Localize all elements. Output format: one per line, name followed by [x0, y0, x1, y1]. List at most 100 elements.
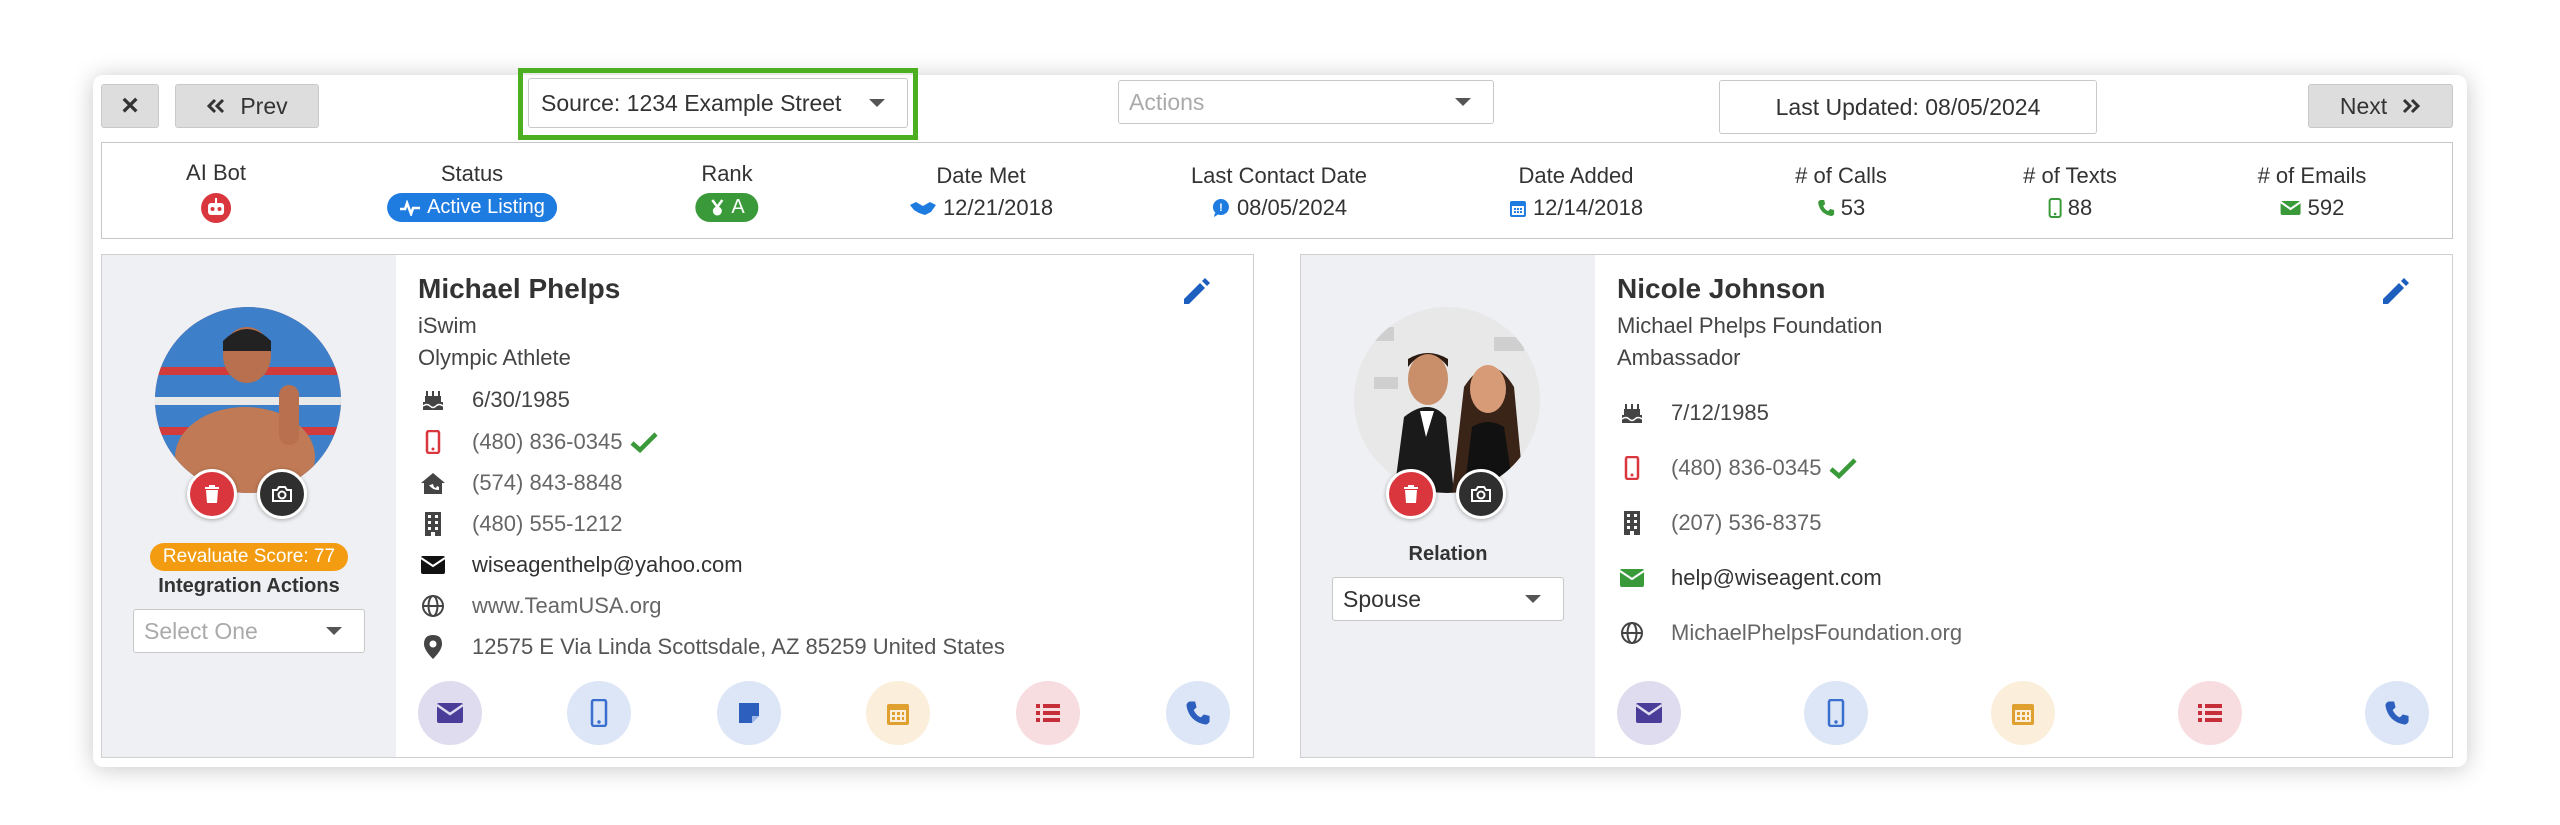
website-row[interactable]: MichaelPhelpsFoundation.org [1617, 618, 1962, 648]
verified-check-icon [1829, 458, 1858, 479]
calendar-icon [887, 704, 909, 725]
stat-last-contact: Last Contact Date ! 08/05/2024 [1190, 162, 1368, 220]
home-phone-row[interactable]: (574) 843-8848 [418, 468, 622, 498]
email-row[interactable]: wiseagenthelp@yahoo.com [418, 550, 743, 580]
company: Michael Phelps Foundation [1617, 313, 1883, 338]
globe-icon [1621, 622, 1643, 644]
call-action-button[interactable] [2365, 681, 2429, 745]
phone-icon [1817, 199, 1834, 216]
edit-icon[interactable] [2377, 273, 2413, 309]
next-button[interactable]: Next [2308, 84, 2453, 128]
sticky-note-icon [739, 703, 759, 723]
change-photo-button[interactable] [257, 469, 307, 519]
last-updated: Last Updated: 08/05/2024 [1719, 80, 2097, 134]
email-row[interactable]: help@wiseagent.com [1617, 563, 1882, 593]
work-phone-row[interactable]: (480) 555-1212 [418, 509, 622, 539]
chevron-down-icon [1455, 98, 1471, 106]
avatar [1354, 307, 1540, 493]
mobile-icon [1827, 699, 1845, 727]
camera-icon [1471, 486, 1491, 502]
building-icon [1624, 511, 1640, 535]
address-row[interactable]: 12575 E Via Linda Scottsdale, AZ 85259 U… [418, 632, 1005, 662]
primary-contact-card: Revaluate Score: 77 Integration Actions … [101, 254, 1254, 758]
text-action-button[interactable] [567, 681, 631, 745]
stat-date-met: Date Met 12/21/2018 [909, 143, 1053, 240]
note-action-button[interactable] [717, 681, 781, 745]
calendar-action-button[interactable] [1991, 681, 2055, 745]
envelope-icon [436, 703, 464, 723]
stat-rank[interactable]: Rank A [695, 143, 759, 240]
mobile-icon [1624, 456, 1640, 480]
website-row[interactable]: www.TeamUSA.org [418, 591, 662, 621]
mobile-icon [2048, 197, 2062, 218]
calendar-action-button[interactable] [866, 681, 930, 745]
birthday-row: 7/12/1985 [1617, 398, 1769, 428]
close-icon: × [121, 89, 139, 122]
camera-icon [272, 486, 292, 502]
building-icon [425, 512, 441, 536]
source-dropdown[interactable]: Source: 1234 Example Street [528, 78, 908, 128]
svg-text:!: ! [1219, 202, 1223, 214]
handshake-icon [909, 201, 936, 215]
rank-badge: A [695, 193, 759, 222]
delete-photo-button[interactable] [1386, 469, 1436, 519]
birthday-cake-icon [1621, 404, 1643, 423]
envelope-icon [2280, 200, 2302, 215]
stat-status[interactable]: Status Active Listing [387, 143, 557, 240]
phone-icon [2385, 701, 2409, 725]
status-badge: Active Listing [387, 193, 557, 222]
double-chevron-left-icon [207, 98, 225, 114]
trash-icon [1404, 485, 1418, 503]
tasks-action-button[interactable] [1016, 681, 1080, 745]
calendar-icon [2012, 704, 2034, 725]
change-photo-button[interactable] [1456, 469, 1506, 519]
birthday-cake-icon [422, 391, 444, 410]
integration-actions-dropdown[interactable]: Select One [133, 609, 365, 653]
stat-emails: # of Emails 592 [2257, 162, 2367, 220]
map-pin-icon [424, 635, 442, 659]
company: iSwim [418, 313, 477, 338]
robot-icon [200, 192, 231, 223]
phone-icon [1186, 701, 1210, 725]
tasks-action-button[interactable] [2178, 681, 2242, 745]
medal-icon [711, 198, 724, 215]
job-title: Olympic Athlete [418, 345, 571, 370]
email-action-button[interactable] [1617, 681, 1681, 745]
birthday-row: 6/30/1985 [418, 385, 570, 415]
relation-dropdown[interactable]: Spouse [1332, 577, 1564, 621]
trash-icon [205, 485, 219, 503]
calendar-icon [1509, 200, 1526, 217]
swimmer-photo [155, 307, 341, 493]
prev-button[interactable]: Prev [175, 84, 319, 128]
actions-dropdown[interactable]: Actions [1118, 80, 1494, 124]
text-action-button[interactable] [1804, 681, 1868, 745]
score-badge[interactable]: Revaluate Score: 77 [150, 543, 348, 571]
envelope-icon [1619, 569, 1645, 587]
globe-icon [422, 595, 444, 617]
related-contact-card: Relation Spouse Nicole Johnson Michael P… [1300, 254, 2453, 758]
comment-icon: ! [1212, 198, 1229, 217]
job-title: Ambassador [1617, 345, 1741, 370]
mobile-row[interactable]: (480) 836-0345 [1617, 453, 1858, 483]
mobile-icon [590, 699, 608, 727]
mobile-row[interactable]: (480) 836-0345 [418, 427, 659, 457]
edit-icon[interactable] [1178, 273, 1214, 309]
stats-bar: AI Bot Status Active Listing Rank A Date… [101, 142, 2453, 239]
heartbeat-icon [400, 199, 421, 216]
close-button[interactable]: × [101, 84, 159, 128]
call-action-button[interactable] [1166, 681, 1230, 745]
work-phone-row[interactable]: (207) 536-8375 [1617, 508, 1821, 538]
envelope-icon [1635, 703, 1663, 723]
home-phone-icon [421, 473, 445, 494]
chevron-down-icon [1525, 595, 1541, 603]
list-icon [2198, 704, 2222, 722]
stat-ai-bot[interactable]: AI Bot [186, 143, 246, 240]
envelope-icon [420, 556, 446, 574]
avatar [155, 307, 341, 493]
stat-calls: # of Calls 53 [1795, 162, 1887, 220]
relation-label: Relation [1408, 543, 1488, 565]
email-action-button[interactable] [418, 681, 482, 745]
stat-date-added: Date Added 12/14/2018 [1509, 143, 1643, 240]
delete-photo-button[interactable] [187, 469, 237, 519]
list-icon [1036, 704, 1060, 722]
